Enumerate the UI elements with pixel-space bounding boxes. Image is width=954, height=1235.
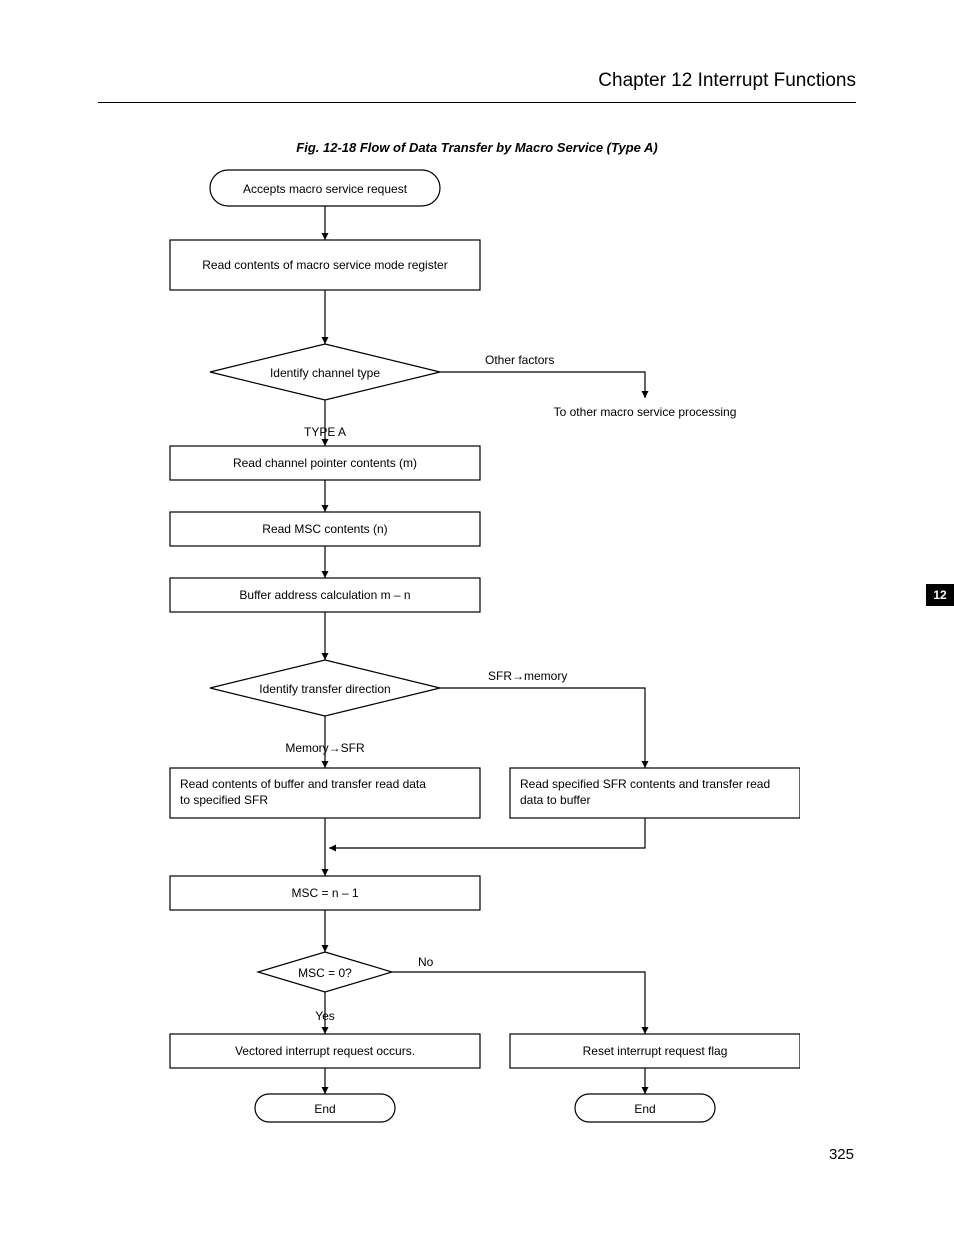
decision-msc-zero: MSC = 0? <box>258 952 392 992</box>
identify-dir-label: Identify transfer direction <box>259 682 390 696</box>
buffer-calc-label: Buffer address calculation m – n <box>239 588 410 602</box>
page-number: 325 <box>829 1146 854 1163</box>
no-label: No <box>418 955 434 969</box>
decision-identify-channel: Identify channel type <box>210 344 440 400</box>
process-vectored-interrupt: Vectored interrupt request occurs. <box>170 1034 480 1068</box>
terminator-start: Accepts macro service request <box>210 170 440 206</box>
right-action-l1: Read specified SFR contents and transfer… <box>520 777 770 791</box>
start-label: Accepts macro service request <box>243 182 408 196</box>
sfr-to-memory-label: SFR→memory <box>488 669 567 683</box>
process-read-channel-pointer: Read channel pointer contents (m) <box>170 446 480 480</box>
header-rule <box>98 102 856 103</box>
process-buffer-calc: Buffer address calculation m – n <box>170 578 480 612</box>
read-channel-ptr-label: Read channel pointer contents (m) <box>233 456 417 470</box>
left-action-l2: to specified SFR <box>180 793 268 807</box>
process-msc-decrement: MSC = n – 1 <box>170 876 480 910</box>
other-factors-label: Other factors <box>485 353 554 367</box>
end-right-label: End <box>634 1102 655 1116</box>
decision-identify-direction: Identify transfer direction <box>210 660 440 716</box>
msc-zero-label: MSC = 0? <box>298 966 352 980</box>
figure-title: Fig. 12-18 Flow of Data Transfer by Macr… <box>0 140 954 155</box>
vectored-int-label: Vectored interrupt request occurs. <box>235 1044 415 1058</box>
msc-decr-label: MSC = n – 1 <box>291 886 358 900</box>
to-other-processing-label: To other macro service processing <box>554 405 737 419</box>
process-read-buffer-to-sfr: Read contents of buffer and transfer rea… <box>170 768 480 818</box>
left-action-l1: Read contents of buffer and transfer rea… <box>180 777 426 791</box>
flowchart: Accepts macro service request Read conte… <box>150 164 800 1124</box>
terminator-end-right: End <box>575 1094 715 1122</box>
process-read-msc: Read MSC contents (n) <box>170 512 480 546</box>
chapter-title: Chapter 12 Interrupt Functions <box>598 70 856 92</box>
terminator-end-left: End <box>255 1094 395 1122</box>
read-mode-reg-label: Read contents of macro service mode regi… <box>202 258 447 272</box>
identify-channel-label: Identify channel type <box>270 366 380 380</box>
page: Chapter 12 Interrupt Functions Fig. 12-1… <box>0 0 954 1235</box>
chapter-tab: 12 <box>926 584 954 606</box>
process-read-mode-register: Read contents of macro service mode regi… <box>170 240 480 290</box>
process-read-sfr-to-buffer: Read specified SFR contents and transfer… <box>510 768 800 818</box>
right-action-l2: data to buffer <box>520 793 591 807</box>
process-reset-flag: Reset interrupt request flag <box>510 1034 800 1068</box>
read-msc-label: Read MSC contents (n) <box>262 522 387 536</box>
end-left-label: End <box>314 1102 335 1116</box>
reset-flag-label: Reset interrupt request flag <box>583 1044 728 1058</box>
